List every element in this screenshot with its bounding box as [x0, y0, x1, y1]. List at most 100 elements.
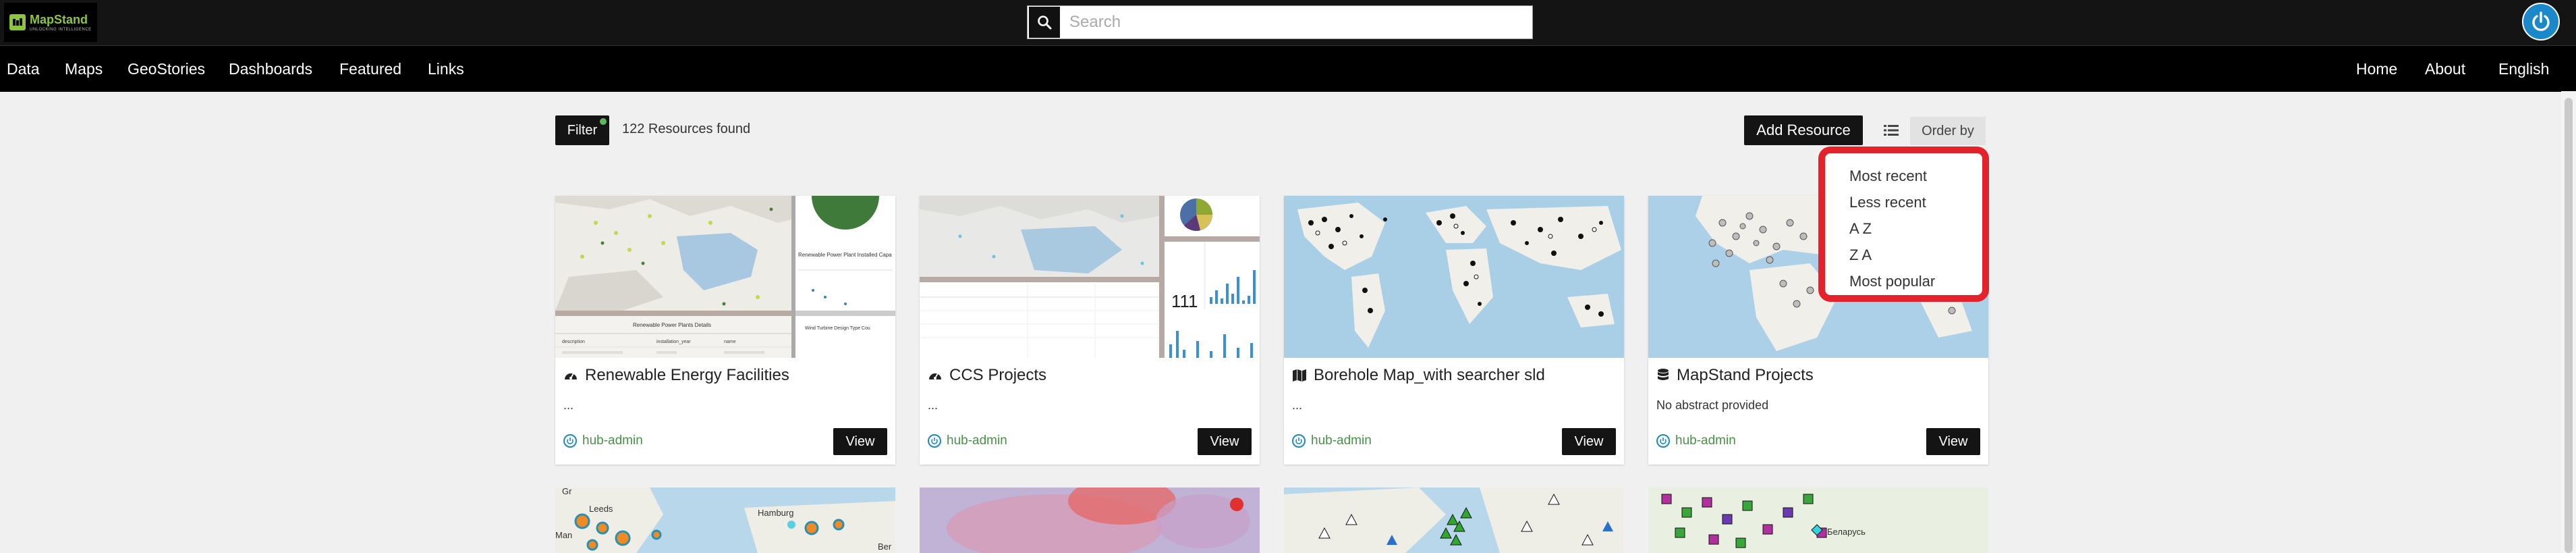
brand-tagline: UNLOCKING INTELLIGENCE — [30, 27, 92, 32]
order-option-less-recent[interactable]: Less recent — [1825, 189, 1982, 215]
map-label-leeds: Leeds — [589, 504, 613, 514]
card-title: Renewable Energy Facilities — [585, 366, 789, 384]
nav-featured[interactable]: Featured — [339, 46, 401, 92]
list-view-toggle[interactable] — [1882, 122, 1900, 139]
resource-card-borehole-map: Borehole Map_with searcher sld ... hub-a… — [1284, 196, 1624, 465]
nav-about[interactable]: About — [2425, 46, 2465, 92]
nav-dashboards[interactable]: Dashboards — [229, 46, 312, 92]
add-resource-label: Add Resource — [1756, 122, 1851, 138]
dashboard-col-description: description — [562, 340, 585, 344]
view-button[interactable]: View — [833, 428, 887, 455]
card-thumbnail[interactable]: Renewable Power Plant Installed Capa Win… — [555, 196, 895, 358]
card-owner-link[interactable]: hub-admin — [1656, 433, 1736, 448]
view-button[interactable]: View — [1926, 428, 1980, 455]
order-by-label: Order by — [1922, 123, 1974, 138]
order-option-most-popular[interactable]: Most popular — [1825, 268, 1982, 294]
map-icon — [1293, 369, 1306, 381]
nav-language[interactable]: English — [2498, 46, 2549, 92]
card-abstract: ... — [928, 398, 939, 412]
resources-count: 122 Resources found — [622, 122, 751, 136]
card-title-row[interactable]: Renewable Energy Facilities — [563, 366, 789, 385]
map-thumbnail-graphic: Беларусь — [1648, 488, 1988, 553]
layer-icon — [1658, 369, 1669, 380]
map-thumbnail-graphic: Gr Leeds Man Hamburg Ber — [555, 488, 895, 553]
order-by-button[interactable]: Order by — [1910, 117, 1986, 145]
card-owner-link[interactable]: hub-admin — [1292, 433, 1372, 448]
card-abstract: ... — [1292, 398, 1303, 412]
dashboard-kpi-value: 111 — [1171, 291, 1198, 311]
dashboard-icon — [929, 373, 941, 379]
dashboard-thumbnail-graphic: Renewable Power Plant Installed Capa Win… — [555, 196, 895, 358]
scrollbar-thumb[interactable] — [2565, 98, 2573, 553]
order-option-z-a[interactable]: Z A — [1825, 242, 1982, 268]
dashboard-col-year: installation_year — [656, 340, 691, 344]
list-icon — [1884, 125, 1899, 136]
dashboard-panel-label: Renewable Power Plant Installed Capa — [798, 252, 892, 258]
owner-avatar-icon — [1292, 434, 1306, 448]
map-label-belarus: Беларусь — [1827, 527, 1866, 537]
nav-maps[interactable]: Maps — [65, 46, 103, 92]
user-menu-button[interactable] — [2522, 3, 2560, 41]
order-option-a-z[interactable]: A Z — [1825, 215, 1982, 242]
resource-card-thumbnail-row2[interactable] — [920, 488, 1260, 553]
resource-card-thumbnail-row2[interactable]: Беларусь — [1648, 488, 1988, 553]
dashboard-col-name: name — [724, 340, 736, 344]
search-icon — [1038, 16, 1052, 30]
dashboard-table-title: Renewable Power Plants Details — [633, 322, 711, 328]
dashboard-icon — [565, 373, 577, 379]
search-button[interactable] — [1029, 7, 1060, 38]
nav-home[interactable]: Home — [2356, 46, 2397, 92]
resource-card-renewable-energy: Renewable Power Plant Installed Capa Win… — [555, 196, 895, 465]
card-abstract: ... — [563, 398, 574, 412]
search-input[interactable] — [1068, 8, 1532, 36]
main-nav: Data Maps GeoStories Dashboards Featured… — [0, 45, 2576, 92]
resource-card-thumbnail-row2[interactable] — [1284, 488, 1624, 553]
top-bar: MapStand UNLOCKING INTELLIGENCE — [0, 0, 2576, 45]
order-by-dropdown: Most recent Less recent A Z Z A Most pop… — [1818, 147, 1989, 302]
search-bar — [1027, 5, 1533, 39]
card-owner-name: hub-admin — [1675, 433, 1736, 448]
card-abstract: No abstract provided — [1656, 398, 1769, 412]
card-owner-link[interactable]: hub-admin — [563, 433, 643, 448]
card-owner-name: hub-admin — [1311, 433, 1372, 448]
mapstand-logo[interactable]: MapStand UNLOCKING INTELLIGENCE — [4, 3, 97, 42]
dashboard-thumbnail-graphic: 111 — [920, 196, 1260, 358]
page-scrollbar[interactable] — [2561, 91, 2576, 553]
map-label-hamburg: Hamburg — [758, 508, 793, 518]
card-thumbnail[interactable]: 111 — [920, 196, 1260, 358]
owner-avatar-icon — [1656, 434, 1670, 448]
nav-data[interactable]: Data — [7, 46, 40, 92]
filter-button[interactable]: Filter — [555, 115, 609, 145]
map-thumbnail-graphic — [1284, 488, 1624, 553]
power-icon — [2532, 11, 2550, 31]
card-owner-link[interactable]: hub-admin — [928, 433, 1007, 448]
map-thumbnail-graphic — [1297, 203, 1621, 348]
order-option-most-recent[interactable]: Most recent — [1825, 163, 1982, 189]
nav-geostories[interactable]: GeoStories — [128, 46, 205, 92]
logo-mark-icon — [9, 14, 26, 30]
resource-card-ccs-projects: 111 CCS Projects ... hub-admin View — [920, 196, 1260, 465]
card-title-row[interactable]: CCS Projects — [928, 366, 1046, 385]
card-title: Borehole Map_with searcher sld — [1314, 366, 1545, 384]
view-button[interactable]: View — [1198, 428, 1252, 455]
owner-avatar-icon — [563, 434, 577, 448]
add-resource-button[interactable]: Add Resource — [1744, 115, 1863, 145]
view-button[interactable]: View — [1562, 428, 1616, 455]
map-label-gr: Gr — [562, 488, 572, 496]
card-title: CCS Projects — [949, 366, 1047, 384]
card-owner-name: hub-admin — [947, 433, 1007, 448]
heatmap-thumbnail-graphic — [920, 488, 1260, 553]
owner-avatar-icon — [928, 434, 941, 448]
brand-name: MapStand — [30, 12, 88, 26]
filter-active-dot — [600, 118, 607, 125]
card-owner-name: hub-admin — [582, 433, 643, 448]
card-title-row[interactable]: MapStand Projects — [1656, 366, 1814, 385]
card-title: MapStand Projects — [1677, 366, 1814, 384]
map-label-manchester: Man — [555, 530, 572, 540]
card-thumbnail[interactable] — [1284, 196, 1624, 358]
map-label-ber: Ber — [878, 542, 892, 552]
dashboard-turbine-label: Wind Turbine Design Type Cou — [805, 326, 870, 331]
resource-card-thumbnail-row2[interactable]: Gr Leeds Man Hamburg Ber — [555, 488, 895, 553]
card-title-row[interactable]: Borehole Map_with searcher sld — [1292, 366, 1545, 385]
nav-links[interactable]: Links — [428, 46, 464, 92]
